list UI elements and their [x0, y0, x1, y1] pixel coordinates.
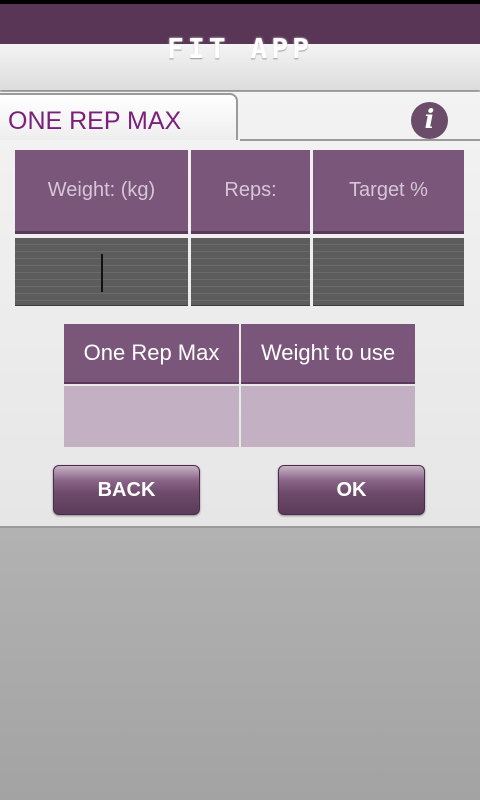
ok-button[interactable]: OK	[278, 465, 425, 515]
main-panel: ONE REP MAX i Weight: (kg) Reps: Target …	[0, 92, 480, 528]
reps-input[interactable]	[191, 238, 310, 306]
reps-header: Reps:	[191, 150, 310, 234]
weight-to-use-value	[241, 386, 415, 447]
target-header-label: Target %	[349, 179, 428, 201]
weight-header: Weight: (kg)	[15, 150, 188, 234]
weight-to-use-header: Weight to use	[241, 324, 415, 384]
weight-input[interactable]	[15, 238, 188, 306]
info-icon[interactable]: i	[411, 102, 448, 139]
weight-header-label: Weight: (kg)	[47, 179, 156, 201]
weight-to-use-label: Weight to use	[260, 340, 396, 365]
target-input[interactable]	[313, 238, 464, 306]
tab-label: ONE REP MAX	[8, 107, 182, 135]
app-title: FIT APP	[166, 32, 313, 65]
one-rep-max-value	[64, 386, 239, 447]
one-rep-max-label: One Rep Max	[83, 340, 220, 365]
text-cursor	[101, 254, 103, 292]
tab-divider	[240, 139, 480, 141]
target-header: Target %	[313, 150, 464, 234]
reps-header-label: Reps:	[224, 179, 277, 201]
tab-one-rep-max[interactable]: ONE REP MAX	[0, 93, 238, 140]
back-button[interactable]: BACK	[53, 465, 200, 515]
one-rep-max-header: One Rep Max	[64, 324, 239, 384]
app-header: FIT APP	[0, 4, 480, 90]
